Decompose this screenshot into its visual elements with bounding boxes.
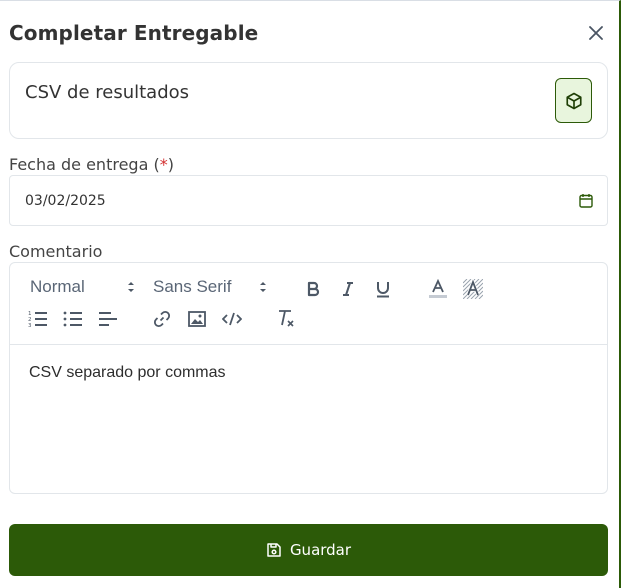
background-color-icon — [463, 279, 483, 299]
underline-icon — [377, 281, 389, 297]
underline-button[interactable] — [371, 277, 395, 301]
bullet-list-icon — [63, 311, 82, 327]
code-button[interactable] — [220, 307, 244, 331]
deliverable-type-button[interactable] — [555, 78, 592, 123]
italic-button[interactable] — [336, 277, 360, 301]
code-icon — [222, 312, 242, 326]
italic-icon — [343, 282, 353, 296]
required-mark: * — [159, 155, 168, 174]
text-color-button[interactable] — [426, 277, 450, 301]
date-label-text: Fecha de entrega ( — [9, 155, 160, 174]
save-button[interactable]: Guardar — [9, 524, 608, 576]
background-color-button[interactable] — [461, 277, 485, 301]
header-select[interactable]: Normal — [30, 277, 135, 297]
ordered-list-button[interactable]: 123 — [26, 307, 50, 331]
image-icon — [188, 311, 206, 327]
save-icon — [267, 543, 281, 557]
editor-toolbar: Normal Sans Serif 123 — [10, 263, 607, 345]
clear-format-button[interactable] — [274, 307, 298, 331]
text-color-icon — [429, 279, 447, 298]
deliverable-card: CSV de resultados — [9, 62, 608, 139]
calendar-icon[interactable] — [579, 193, 593, 208]
save-button-label: Guardar — [289, 541, 352, 559]
font-select[interactable]: Sans Serif — [153, 277, 267, 297]
svg-text:3: 3 — [28, 323, 32, 328]
comment-label: Comentario — [9, 242, 103, 261]
select-arrows-icon — [127, 282, 134, 292]
ordered-list-icon: 123 — [28, 311, 47, 328]
modal-header: Completar Entregable — [9, 18, 607, 48]
close-button[interactable] — [585, 22, 607, 44]
delivery-date-input[interactable]: 03/02/2025 — [9, 175, 608, 226]
deliverable-name: CSV de resultados — [25, 82, 190, 103]
complete-deliverable-modal: Completar Entregable CSV de resultados F… — [0, 0, 621, 588]
select-arrows-icon — [260, 282, 267, 292]
close-icon — [589, 26, 603, 40]
date-label: Fecha de entrega (*) — [9, 155, 174, 174]
clear-format-icon — [279, 310, 294, 327]
align-button[interactable] — [96, 307, 120, 331]
header-select-value: Normal — [30, 277, 85, 296]
bold-icon — [307, 281, 320, 297]
comment-text-area[interactable]: CSV separado por commas — [10, 345, 607, 401]
link-icon — [153, 310, 171, 328]
comment-editor: Normal Sans Serif 123 CSV separado por c… — [9, 262, 608, 494]
date-label-close: ) — [167, 155, 174, 174]
image-button[interactable] — [185, 307, 209, 331]
modal-title: Completar Entregable — [9, 21, 259, 45]
bullet-list-button[interactable] — [61, 307, 85, 331]
date-value: 03/02/2025 — [25, 192, 106, 209]
link-button[interactable] — [150, 307, 174, 331]
align-left-icon — [99, 312, 117, 326]
cube-icon — [565, 92, 582, 109]
font-select-value: Sans Serif — [153, 277, 232, 296]
bold-button[interactable] — [301, 277, 325, 301]
